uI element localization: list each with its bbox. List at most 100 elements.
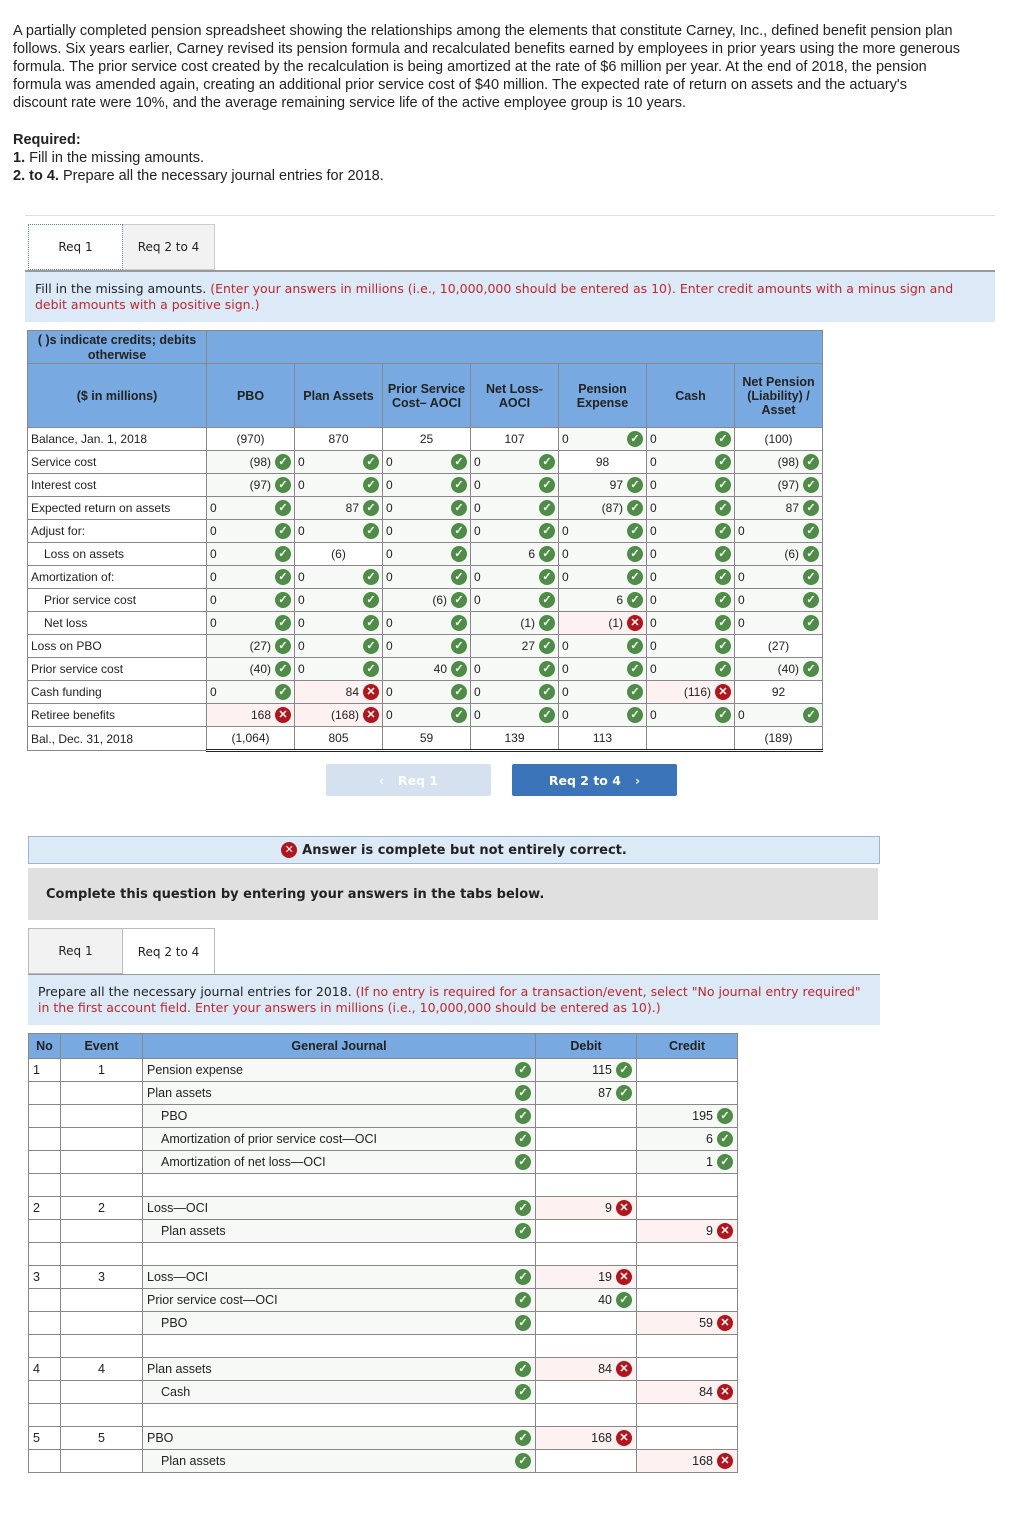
debit-cell[interactable] [535, 1242, 637, 1266]
input-net-pension[interactable]: (97) ✓ [734, 473, 823, 497]
input-pension-expense[interactable]: 6 ✓ [558, 588, 647, 612]
input-cash[interactable]: 0 ✓ [646, 519, 735, 543]
debit-input[interactable]: 87 ✓ [535, 1081, 637, 1105]
account-cell[interactable] [142, 1173, 536, 1197]
credit-input[interactable] [636, 1288, 738, 1312]
account-select[interactable]: PBO ✓ [142, 1311, 536, 1335]
credit-input[interactable]: 168 ✕ [636, 1449, 738, 1473]
tab-req1-bottom[interactable]: Req 1 [28, 928, 123, 974]
account-cell[interactable] [142, 1403, 536, 1427]
credit-input[interactable]: 6 ✓ [636, 1127, 738, 1151]
debit-input[interactable] [535, 1219, 637, 1243]
debit-input[interactable] [535, 1449, 637, 1473]
credit-input[interactable] [636, 1196, 738, 1220]
input-plan-assets[interactable]: 0 ✓ [294, 519, 383, 543]
input-pbo[interactable]: 0 ✓ [206, 680, 295, 704]
input-cash[interactable]: 0 ✓ [646, 496, 735, 520]
credit-input[interactable]: 59 ✕ [636, 1311, 738, 1335]
credit-input[interactable]: 1 ✓ [636, 1150, 738, 1174]
input-cash[interactable]: 0 ✓ [646, 450, 735, 474]
input-net-pension[interactable]: 0 ✓ [734, 611, 823, 635]
account-select[interactable]: Amortization of net loss—OCI ✓ [142, 1150, 536, 1174]
input-net-pension[interactable]: 0 ✓ [734, 519, 823, 543]
input-prior-service-cost[interactable]: (6) ✓ [382, 588, 471, 612]
credit-input[interactable]: 9 ✕ [636, 1219, 738, 1243]
debit-input[interactable]: 19 ✕ [535, 1265, 637, 1289]
input-pbo[interactable]: 0 ✓ [206, 496, 295, 520]
debit-input[interactable] [535, 1104, 637, 1128]
next-req-button[interactable]: Req 2 to 4 › [512, 764, 677, 796]
account-select[interactable]: Cash ✓ [142, 1380, 536, 1404]
account-select[interactable]: Plan assets ✓ [142, 1357, 536, 1381]
input-pbo[interactable]: 168 ✕ [206, 703, 295, 727]
input-net-loss[interactable]: 0 ✓ [470, 680, 559, 704]
input-prior-service-cost[interactable]: 0 ✓ [382, 680, 471, 704]
account-select[interactable]: Loss—OCI ✓ [142, 1196, 536, 1220]
debit-input[interactable]: 84 ✕ [535, 1357, 637, 1381]
account-select[interactable]: Amortization of prior service cost—OCI ✓ [142, 1127, 536, 1151]
prev-req-button[interactable]: ‹ Req 1 [326, 764, 491, 796]
tab-req2-to-4-bottom[interactable]: Req 2 to 4 [123, 928, 215, 974]
credit-input[interactable] [636, 1081, 738, 1105]
input-pbo[interactable]: (97) ✓ [206, 473, 295, 497]
account-select[interactable]: Plan assets ✓ [142, 1449, 536, 1473]
debit-input[interactable]: 9 ✕ [535, 1196, 637, 1220]
input-plan-assets[interactable]: 0 ✓ [294, 588, 383, 612]
input-pension-expense[interactable]: 0 ✓ [558, 565, 647, 589]
input-cash[interactable]: 0 ✓ [646, 611, 735, 635]
account-select[interactable]: PBO ✓ [142, 1426, 536, 1450]
debit-cell[interactable] [535, 1334, 637, 1358]
input-cash[interactable]: (116) ✕ [646, 680, 735, 704]
input-plan-assets[interactable]: 87 ✓ [294, 496, 383, 520]
input-net-loss[interactable]: 6 ✓ [470, 542, 559, 566]
input-pbo[interactable]: 0 ✓ [206, 588, 295, 612]
input-pension-expense[interactable]: 0 ✓ [558, 427, 647, 451]
credit-input[interactable] [636, 1058, 738, 1082]
input-prior-service-cost[interactable]: 0 ✓ [382, 450, 471, 474]
input-net-loss[interactable]: 0 ✓ [470, 657, 559, 681]
input-net-loss[interactable]: 0 ✓ [470, 519, 559, 543]
input-prior-service-cost[interactable]: 0 ✓ [382, 565, 471, 589]
account-select[interactable]: Prior service cost—OCI ✓ [142, 1288, 536, 1312]
input-prior-service-cost[interactable]: 0 ✓ [382, 496, 471, 520]
input-pension-expense[interactable]: 0 ✓ [558, 542, 647, 566]
debit-input[interactable] [535, 1380, 637, 1404]
credit-cell[interactable] [636, 1403, 738, 1427]
input-plan-assets[interactable]: 0 ✓ [294, 473, 383, 497]
credit-cell[interactable] [636, 1334, 738, 1358]
input-plan-assets[interactable]: 0 ✓ [294, 450, 383, 474]
input-prior-service-cost[interactable]: 0 ✓ [382, 611, 471, 635]
input-net-loss[interactable]: 0 ✓ [470, 496, 559, 520]
input-pbo[interactable]: 0 ✓ [206, 565, 295, 589]
input-plan-assets[interactable]: 0 ✓ [294, 565, 383, 589]
input-net-loss[interactable]: 27 ✓ [470, 634, 559, 658]
credit-cell[interactable] [636, 1242, 738, 1266]
input-pbo[interactable]: 0 ✓ [206, 611, 295, 635]
input-pbo[interactable]: 0 ✓ [206, 542, 295, 566]
credit-input[interactable]: 195 ✓ [636, 1104, 738, 1128]
input-prior-service-cost[interactable]: 0 ✓ [382, 542, 471, 566]
input-net-loss[interactable]: (1) ✓ [470, 611, 559, 635]
input-pbo[interactable]: (98) ✓ [206, 450, 295, 474]
credit-cell[interactable] [636, 1173, 738, 1197]
input-prior-service-cost[interactable]: 0 ✓ [382, 634, 471, 658]
input-pension-expense[interactable]: (87) ✓ [558, 496, 647, 520]
tab-req1[interactable]: Req 1 [28, 224, 123, 270]
input-net-loss[interactable]: 0 ✓ [470, 450, 559, 474]
input-pension-expense[interactable]: (1) ✕ [558, 611, 647, 635]
debit-input[interactable] [535, 1311, 637, 1335]
input-pension-expense[interactable]: 0 ✓ [558, 634, 647, 658]
account-select[interactable]: Plan assets ✓ [142, 1081, 536, 1105]
credit-input[interactable] [636, 1265, 738, 1289]
debit-input[interactable] [535, 1150, 637, 1174]
input-cash[interactable]: 0 ✓ [646, 427, 735, 451]
input-pension-expense[interactable]: 0 ✓ [558, 703, 647, 727]
input-prior-service-cost[interactable]: 0 ✓ [382, 519, 471, 543]
input-pension-expense[interactable]: 0 ✓ [558, 680, 647, 704]
account-select[interactable]: Plan assets ✓ [142, 1219, 536, 1243]
account-select[interactable]: Pension expense ✓ [142, 1058, 536, 1082]
input-cash[interactable]: 0 ✓ [646, 565, 735, 589]
debit-input[interactable] [535, 1127, 637, 1151]
input-net-loss[interactable]: 0 ✓ [470, 473, 559, 497]
debit-cell[interactable] [535, 1403, 637, 1427]
